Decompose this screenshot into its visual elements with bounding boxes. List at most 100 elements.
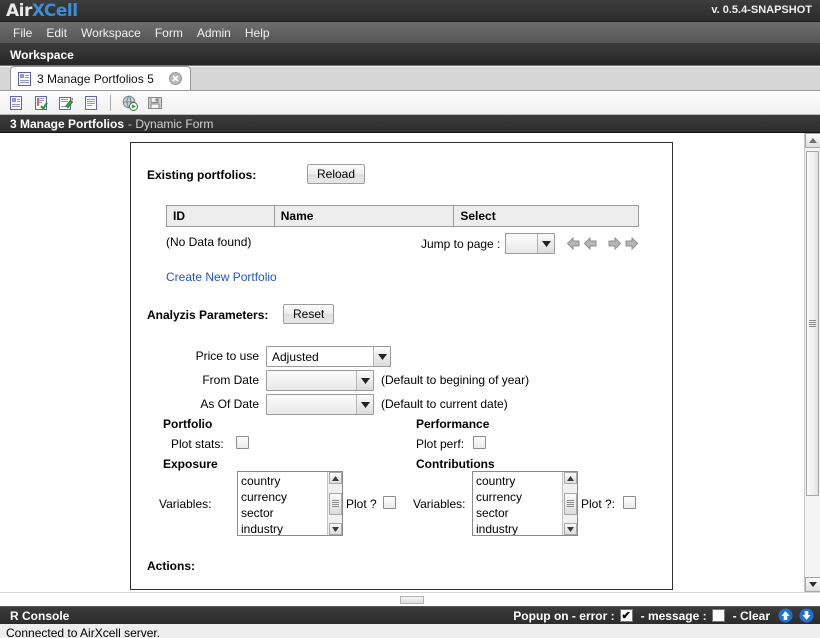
table-empty-message: (No Data found) [166, 235, 252, 249]
workspace-label: Workspace [10, 47, 74, 62]
pager: Jump to page : [421, 233, 639, 254]
popup-error-checkbox[interactable]: ✔ [619, 609, 633, 622]
actions-label: Actions: [147, 559, 195, 573]
exposure-list-scrollbar[interactable] [327, 472, 342, 535]
menu-bar: File Edit Workspace Form Admin Help [0, 22, 820, 44]
popup-on-error-option: Popup on - error : ✔ [513, 608, 633, 623]
console-bar: R Console Popup on - error : ✔ - message… [0, 606, 820, 624]
table-col-id: ID [166, 205, 275, 227]
save-icon[interactable] [147, 95, 163, 111]
create-new-portfolio-link[interactable]: Create New Portfolio [166, 270, 277, 284]
scrollbar-thumb[interactable] [806, 151, 819, 496]
list-item[interactable]: currency [476, 489, 562, 505]
menu-item-workspace[interactable]: Workspace [74, 24, 148, 42]
existing-portfolios-label: Existing portfolios: [147, 168, 257, 182]
scrollbar-thumb[interactable] [328, 492, 342, 515]
scroll-down-icon[interactable] [328, 523, 342, 535]
popup-message-checkbox[interactable] [711, 609, 725, 622]
menu-item-edit[interactable]: Edit [39, 24, 74, 42]
page-select-value [506, 234, 537, 253]
title-bar: AirXCell v. 0.5.4-SNAPSHOT [0, 0, 820, 22]
view-document-icon[interactable] [83, 95, 99, 111]
portfolio-heading: Portfolio [163, 417, 213, 431]
scroll-down-icon[interactable] [563, 523, 577, 535]
next-page-arrow-icon[interactable] [607, 236, 622, 251]
reload-button[interactable]: Reload [307, 164, 366, 184]
table-col-select: Select [453, 205, 639, 227]
grip-icon [331, 499, 339, 508]
reset-button[interactable]: Reset [283, 304, 335, 324]
popup-on-message-label: - message : [640, 608, 707, 623]
page-select[interactable] [505, 233, 556, 254]
list-item[interactable]: currency [241, 489, 327, 505]
menu-item-file[interactable]: File [6, 24, 39, 42]
plot-perf-checkbox[interactable] [473, 436, 486, 449]
analysis-parameters-label: Analyzis Parameters: [147, 308, 269, 322]
contributions-list-scrollbar[interactable] [562, 472, 577, 535]
as-of-date-label: As Of Date [200, 397, 259, 411]
grip-icon [566, 499, 574, 508]
menu-item-help[interactable]: Help [238, 24, 277, 42]
tab-manage-portfolios[interactable]: 3 Manage Portfolios 5 [10, 66, 191, 90]
form-scroll-area: Existing portfolios: Reload ID Name Sele… [0, 133, 820, 592]
as-of-date-select[interactable] [266, 394, 374, 415]
list-item[interactable]: sector [476, 505, 562, 521]
scroll-down-icon[interactable] [805, 577, 820, 592]
price-to-use-label: Price to use [195, 349, 259, 363]
list-item[interactable]: industry [476, 521, 562, 535]
exposure-plot-label: Plot ? [346, 497, 377, 511]
logo-air-text: Air [6, 1, 32, 21]
clear-console-option[interactable]: - Clear [733, 609, 770, 623]
edit-document-icon[interactable] [58, 95, 74, 111]
scroll-up-icon[interactable] [805, 133, 820, 148]
menu-item-form[interactable]: Form [148, 24, 190, 42]
scroll-down-icon[interactable] [799, 608, 814, 623]
exposure-heading: Exposure [163, 457, 218, 471]
contributions-plot-label: Plot ?: [581, 497, 616, 511]
tab-label: 3 Manage Portfolios 5 [37, 71, 154, 86]
app-logo: AirXCell [6, 1, 78, 21]
exposure-plot-checkbox[interactable] [383, 496, 396, 509]
from-date-select[interactable] [266, 370, 374, 391]
performance-heading: Performance [416, 417, 490, 431]
plot-perf-label: Plot perf: [416, 437, 465, 451]
menu-item-admin[interactable]: Admin [190, 24, 238, 42]
first-page-arrow-icon[interactable] [566, 236, 581, 251]
scroll-up-icon[interactable] [563, 472, 577, 484]
table-header-row: ID Name Select [166, 205, 639, 227]
price-to-use-select[interactable]: Adjusted [266, 346, 391, 367]
exposure-options: country currency sector industry [238, 472, 327, 535]
plot-stats-checkbox[interactable] [236, 436, 249, 449]
grip-icon [809, 319, 816, 328]
run-globe-icon[interactable] [122, 94, 138, 111]
contributions-options: country currency sector industry [473, 472, 562, 535]
main-horizontal-scrollbar[interactable] [0, 592, 820, 606]
scroll-up-icon[interactable] [328, 472, 342, 484]
chevron-down-icon [373, 347, 390, 366]
contributions-plot-checkbox[interactable] [623, 496, 636, 509]
from-date-label: From Date [202, 373, 259, 387]
list-item[interactable]: country [476, 473, 562, 489]
close-icon[interactable] [168, 72, 182, 85]
prev-page-arrow-icon[interactable] [583, 236, 598, 251]
chevron-down-icon [356, 395, 373, 414]
scrollbar-track[interactable] [805, 148, 820, 577]
console-title: R Console [10, 608, 70, 623]
new-document-icon[interactable] [8, 95, 24, 111]
scrollbar-thumb[interactable] [563, 492, 577, 515]
contributions-variables-list[interactable]: country currency sector industry [472, 471, 578, 536]
validate-document-icon[interactable] [33, 95, 49, 111]
scroll-up-icon[interactable] [778, 608, 793, 623]
plot-stats-label: Plot stats: [171, 437, 224, 451]
from-date-hint: (Default to begining of year) [381, 373, 530, 387]
list-item[interactable]: sector [241, 505, 327, 521]
exposure-variables-list[interactable]: country currency sector industry [237, 471, 343, 536]
popup-on-error-label: Popup on - error : [513, 608, 615, 623]
main-vertical-scrollbar[interactable] [804, 133, 820, 592]
list-item[interactable]: industry [241, 521, 327, 535]
list-item[interactable]: country [241, 473, 327, 489]
tab-strip: 3 Manage Portfolios 5 [0, 66, 820, 91]
last-page-arrow-icon[interactable] [624, 236, 639, 251]
scrollbar-thumb[interactable] [400, 596, 424, 604]
contributions-heading: Contributions [416, 457, 495, 471]
